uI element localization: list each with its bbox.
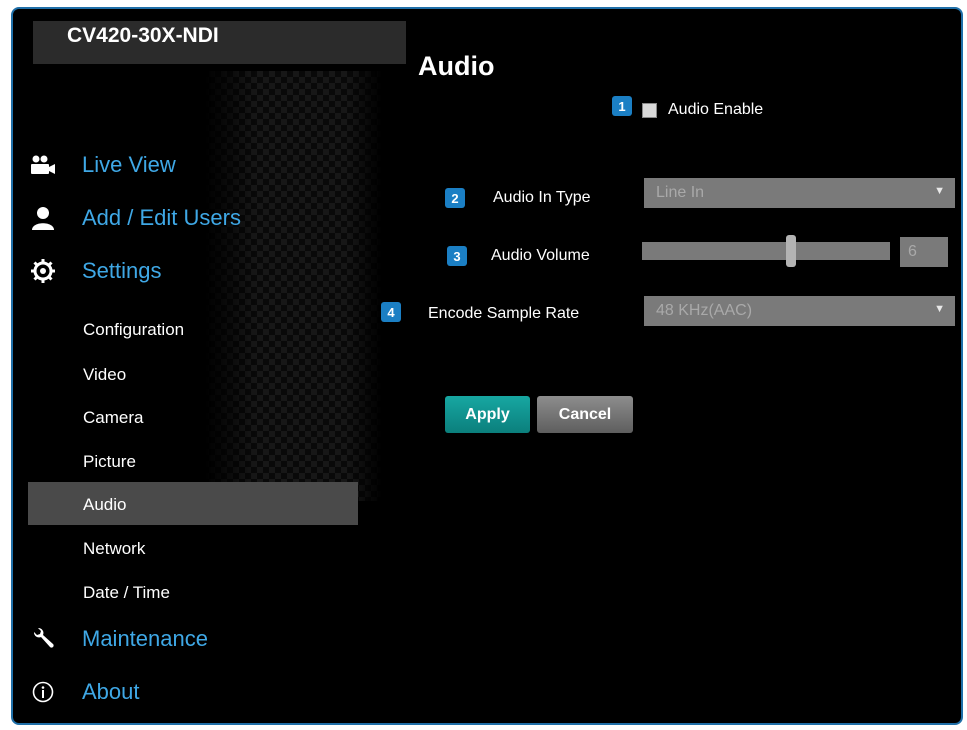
callout-badge-2: 2 <box>445 188 465 208</box>
dropdown-arrow-icon: ▼ <box>934 185 945 197</box>
sidebar-item-network[interactable]: Network <box>83 539 145 559</box>
device-name: CV420-30X-NDI <box>67 24 219 47</box>
sidebar-item-picture[interactable]: Picture <box>83 452 136 472</box>
audio-enable-checkbox[interactable] <box>642 103 657 118</box>
page-title: Audio <box>418 51 495 81</box>
user-icon <box>30 205 56 231</box>
audio-enable-label: Audio Enable <box>668 101 764 118</box>
active-item-highlight <box>28 482 358 525</box>
sidebar-item-audio[interactable]: Audio <box>83 495 126 515</box>
wrench-icon <box>30 626 56 652</box>
nav-add-edit-users[interactable]: Add / Edit Users <box>30 205 241 231</box>
nav-maintenance-label: Maintenance <box>82 626 208 651</box>
nav-add-edit-users-label: Add / Edit Users <box>82 205 241 230</box>
device-name-bar: CV420-30X-NDI <box>33 21 406 64</box>
audio-in-type-label: Audio In Type <box>493 189 591 206</box>
cancel-button[interactable]: Cancel <box>537 396 633 433</box>
nav-live-view[interactable]: Live View <box>30 152 176 178</box>
dropdown-arrow-icon: ▼ <box>934 303 945 315</box>
audio-volume-slider[interactable] <box>642 235 890 267</box>
audio-volume-value[interactable]: 6 <box>900 237 948 267</box>
sidebar-item-configuration[interactable]: Configuration <box>83 320 184 340</box>
audio-volume-slider-thumb[interactable] <box>785 235 796 267</box>
audio-volume-label: Audio Volume <box>491 247 590 264</box>
apply-button[interactable]: Apply <box>445 396 530 433</box>
sidebar-item-camera[interactable]: Camera <box>83 408 143 428</box>
callout-badge-4: 4 <box>381 302 401 322</box>
sidebar-item-date-time[interactable]: Date / Time <box>83 583 170 603</box>
encode-sample-rate-label: Encode Sample Rate <box>428 305 580 322</box>
encode-sample-rate-value: 48 KHz(AAC) <box>656 302 753 319</box>
nav-settings[interactable]: Settings <box>30 258 162 284</box>
video-camera-icon <box>30 152 56 178</box>
callout-badge-3: 3 <box>447 246 467 266</box>
nav-settings-label: Settings <box>82 258 162 283</box>
audio-in-type-select[interactable]: Line In ▼ <box>644 178 955 208</box>
nav-live-view-label: Live View <box>82 152 176 177</box>
encode-sample-rate-select[interactable]: 48 KHz(AAC) ▼ <box>644 296 955 326</box>
nav-about[interactable]: About <box>30 679 140 705</box>
nav-maintenance[interactable]: Maintenance <box>30 626 208 652</box>
callout-badge-1: 1 <box>612 96 632 116</box>
sidebar-item-video[interactable]: Video <box>83 365 126 385</box>
audio-in-type-value: Line In <box>656 184 705 201</box>
gear-icon <box>30 258 56 284</box>
nav-about-label: About <box>82 679 140 704</box>
web-ui-frame: CV420-30X-NDI Live View Add / Edit Users… <box>11 7 963 725</box>
info-icon <box>30 679 56 705</box>
carbon-fiber-background <box>203 71 383 501</box>
